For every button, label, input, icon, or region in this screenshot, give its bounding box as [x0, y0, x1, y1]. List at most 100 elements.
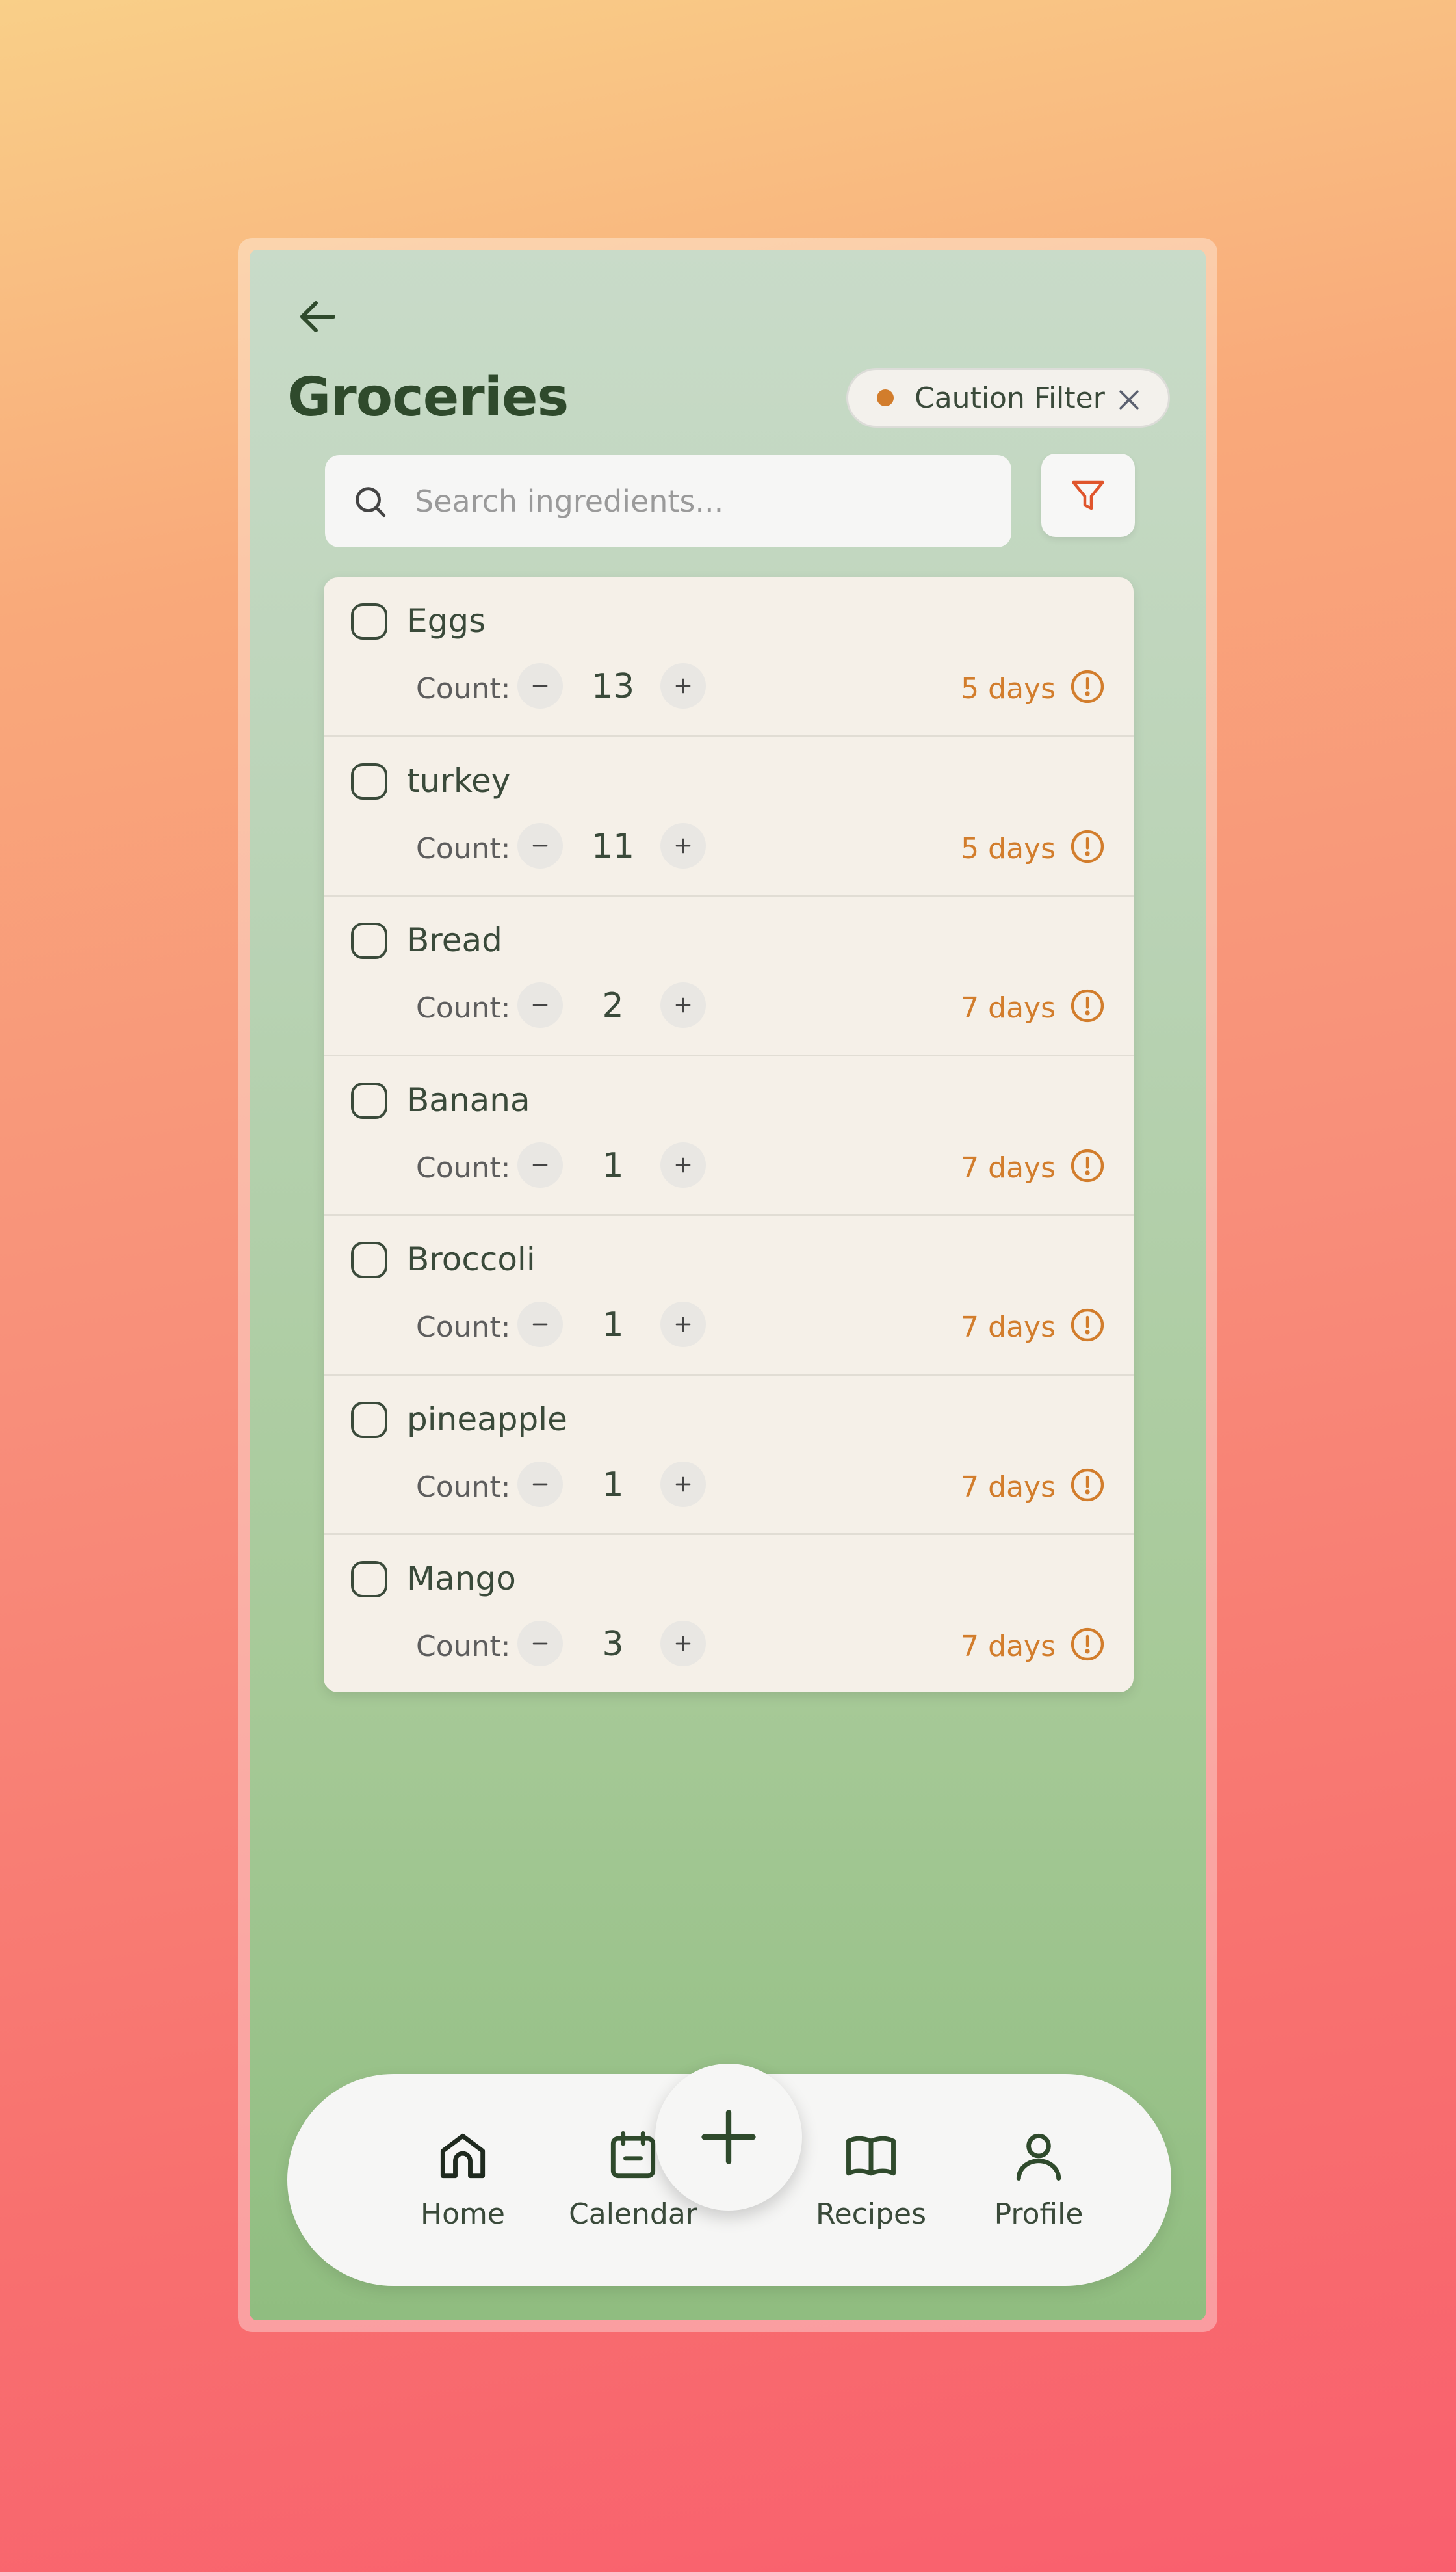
expiry-days: 7 days — [961, 1151, 1056, 1185]
minus-icon — [532, 1323, 548, 1326]
decrement-button[interactable] — [517, 1302, 563, 1347]
count-label: Count: — [416, 672, 511, 705]
close-icon[interactable] — [1115, 386, 1143, 414]
decrement-button[interactable] — [517, 1142, 563, 1188]
item-name: Banana — [407, 1081, 530, 1119]
warning-icon — [1071, 989, 1104, 1023]
plus-icon — [675, 838, 691, 853]
item-checkbox[interactable] — [351, 1242, 387, 1278]
item-name: turkey — [407, 761, 511, 800]
search-bar[interactable] — [325, 455, 1011, 547]
app-screen: Groceries Caution Filter EggsCount:135 d… — [250, 250, 1206, 2320]
warning-icon — [1071, 830, 1104, 863]
item-checkbox[interactable] — [351, 763, 387, 800]
caution-dot — [877, 389, 894, 406]
expiry-days: 5 days — [961, 672, 1056, 705]
plus-icon — [675, 678, 691, 694]
count-label: Count: — [416, 832, 511, 865]
item-name: Mango — [407, 1560, 516, 1597]
item-checkbox[interactable] — [351, 1401, 387, 1438]
list-item: pineapple Count: 1 7 days — [324, 1376, 1134, 1535]
grocery-list: Eggs Count: 13 5 days turkey Count: 11 5 days Br… — [324, 577, 1134, 1692]
list-item: Mango Count: 3 7 days — [324, 1535, 1134, 1692]
warning-icon — [1071, 670, 1104, 703]
expiry-days: 7 days — [961, 991, 1056, 1025]
count-label: Count: — [416, 991, 511, 1025]
list-item: Eggs Count: 13 5 days — [324, 577, 1134, 737]
increment-button[interactable] — [660, 1142, 706, 1188]
item-name: Eggs — [407, 602, 486, 640]
increment-button[interactable] — [660, 663, 706, 709]
minus-icon — [532, 1483, 548, 1485]
item-count: 13 — [591, 667, 635, 706]
search-input[interactable] — [415, 484, 987, 519]
minus-icon — [532, 1642, 548, 1645]
plus-icon — [675, 1476, 691, 1491]
increment-button[interactable] — [660, 822, 706, 869]
list-item: Bread Count: 2 7 days — [324, 897, 1134, 1056]
nav-recipes-label: Recipes — [815, 2198, 926, 2231]
list-item: turkey Count: 11 5 days — [324, 737, 1134, 897]
plus-icon — [675, 997, 691, 1013]
minus-icon — [532, 1164, 548, 1166]
decrement-button[interactable] — [517, 663, 563, 709]
nav-home[interactable]: Home — [398, 2126, 528, 2231]
warning-icon — [1071, 1468, 1104, 1501]
item-count: 1 — [602, 1146, 624, 1185]
arrow-left-icon — [300, 301, 335, 332]
item-checkbox[interactable] — [351, 1082, 387, 1119]
item-checkbox[interactable] — [351, 923, 387, 959]
item-checkbox[interactable] — [351, 1561, 387, 1597]
nav-recipes[interactable]: Recipes — [806, 2126, 936, 2231]
add-button[interactable] — [655, 2064, 802, 2211]
decrement-button[interactable] — [517, 982, 563, 1028]
item-count: 1 — [602, 1465, 624, 1504]
increment-button[interactable] — [660, 1461, 706, 1507]
item-name: Broccoli — [407, 1240, 536, 1278]
item-name: Bread — [407, 921, 502, 959]
nav-calendar-label: Calendar — [569, 2198, 697, 2231]
list-item: Banana Count: 1 7 days — [324, 1056, 1134, 1216]
item-count: 3 — [602, 1625, 624, 1664]
nav-profile[interactable]: Profile — [974, 2126, 1104, 2231]
list-item: Broccoli Count: 1 7 days — [324, 1216, 1134, 1376]
plus-icon — [701, 2110, 756, 2164]
funnel-icon — [1072, 480, 1104, 510]
increment-button[interactable] — [660, 982, 706, 1028]
count-label: Count: — [416, 1311, 511, 1344]
warning-icon — [1071, 1627, 1104, 1661]
expiry-days: 5 days — [961, 832, 1056, 865]
plus-icon — [675, 1317, 691, 1332]
count-label: Count: — [416, 1630, 511, 1663]
expiry-days: 7 days — [961, 1470, 1056, 1504]
item-count: 11 — [591, 826, 635, 866]
nav-home-label: Home — [421, 2198, 505, 2231]
minus-icon — [532, 1004, 548, 1006]
increment-button[interactable] — [660, 1621, 706, 1666]
plus-icon — [675, 1636, 691, 1651]
caution-filter-chip[interactable]: Caution Filter — [846, 368, 1170, 428]
count-label: Count: — [416, 1151, 511, 1185]
expiry-days: 7 days — [961, 1311, 1056, 1344]
warning-icon — [1071, 1308, 1104, 1342]
home-icon — [440, 2133, 486, 2179]
increment-button[interactable] — [660, 1302, 706, 1347]
warning-icon — [1071, 1149, 1104, 1182]
item-checkbox[interactable] — [351, 603, 387, 640]
decrement-button[interactable] — [517, 1621, 563, 1666]
book-icon — [846, 2136, 896, 2176]
expiry-days: 7 days — [961, 1630, 1056, 1663]
calendar-icon — [610, 2131, 656, 2179]
decrement-button[interactable] — [517, 1461, 563, 1507]
chip-label: Caution Filter — [915, 381, 1105, 415]
decrement-button[interactable] — [517, 822, 563, 869]
plus-icon — [675, 1157, 691, 1172]
item-name: pineapple — [407, 1400, 567, 1438]
item-count: 2 — [602, 986, 624, 1025]
back-button[interactable] — [289, 287, 347, 346]
page-title: Groceries — [287, 367, 569, 428]
filter-button[interactable] — [1041, 454, 1135, 537]
nav-profile-label: Profile — [994, 2198, 1084, 2231]
search-icon — [356, 487, 386, 518]
item-count: 1 — [602, 1306, 624, 1345]
